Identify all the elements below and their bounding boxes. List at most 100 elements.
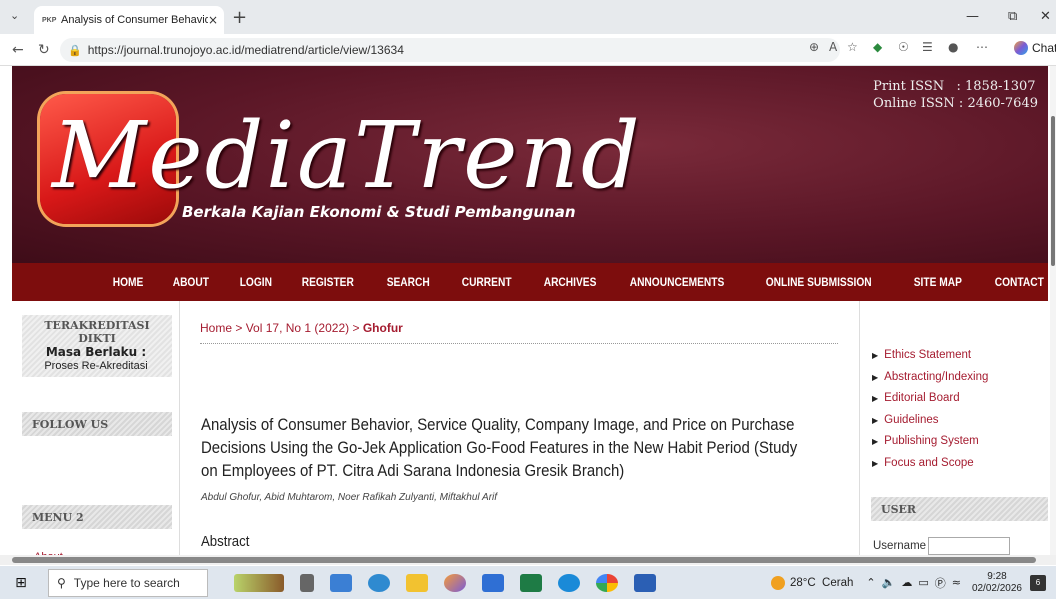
- clock[interactable]: 9:28 02/02/2026: [972, 571, 1022, 595]
- sidebar-link-guidelines[interactable]: ▶ Guidelines: [872, 410, 1049, 432]
- breadcrumb-issue[interactable]: Vol 17, No 1 (2022): [246, 321, 349, 335]
- window-close-icon[interactable]: ✕: [1040, 9, 1051, 24]
- horizontal-scrollbar[interactable]: [0, 555, 1056, 565]
- breadcrumb-home[interactable]: Home: [200, 321, 232, 335]
- print-issn: Print ISSN : 1858-1307: [873, 79, 1036, 94]
- nav-home[interactable]: HOME: [111, 275, 145, 289]
- copilot-icon: [1014, 41, 1028, 55]
- issn-block: Print ISSN : 1858-1307 Online ISSN : 246…: [873, 78, 1038, 112]
- back-arrow-icon[interactable]: ←: [12, 42, 24, 58]
- tab-title: Analysis of Consumer Behavior, Se: [61, 14, 208, 26]
- pkp-favicon-icon: PKP: [42, 16, 57, 24]
- sidebar-link-publishing-system[interactable]: ▶ Publishing System: [872, 431, 1049, 453]
- word-icon[interactable]: [634, 573, 656, 592]
- favorites-list-icon[interactable]: ☰: [922, 40, 933, 54]
- weather-text: 28°C Cerah: [789, 576, 854, 589]
- windows-taskbar: ⊞ ⚲ Type here to search 28°C Cerah ⌃ 🔈 ☁…: [0, 566, 1056, 599]
- outlook-icon[interactable]: [330, 573, 352, 592]
- breadcrumb-current[interactable]: Ghofur: [363, 321, 403, 335]
- excel-icon[interactable]: [520, 573, 542, 592]
- link-label: Publishing System: [884, 435, 979, 447]
- refresh-icon[interactable]: ↻: [38, 42, 50, 58]
- zoom-icon[interactable]: ⊕: [809, 40, 819, 54]
- calculator-icon[interactable]: [482, 573, 504, 592]
- masa-berlaku-value: Proses Re-Akreditasi: [44, 360, 148, 372]
- more-options-icon[interactable]: ⋯: [976, 40, 988, 54]
- restore-icon[interactable]: ⧉: [1008, 9, 1017, 24]
- journal-banner: MediaTrend Berkala Kajian Ekonomi & Stud…: [12, 66, 1048, 263]
- battery-icon[interactable]: ▭: [918, 576, 928, 589]
- journal-links-list: ▶ Ethics Statement ▶ Abstracting/Indexing …: [860, 345, 1049, 474]
- sidebar-link-abstracting[interactable]: ▶ Abstracting/Indexing: [872, 367, 1049, 389]
- browser-tab[interactable]: PKP Analysis of Consumer Behavior, Se ×: [34, 6, 224, 34]
- chat-label: Chat: [1032, 41, 1056, 55]
- link-label: Ethics Statement: [884, 349, 972, 361]
- url-text: https://journal.trunojoyo.ac.id/mediatre…: [87, 43, 404, 57]
- sidebar-link-focus-scope[interactable]: ▶ Focus and Scope: [872, 453, 1049, 475]
- extension-icon[interactable]: ◆: [873, 40, 882, 54]
- system-tray: 28°C Cerah ⌃ 🔈 ☁ ▭ Ⓟ ≈ 9:28 02/02/2026 6: [770, 566, 1046, 599]
- news-widget-icon[interactable]: [234, 573, 284, 592]
- bullet-triangle-icon: ▶: [872, 394, 879, 403]
- search-icon: ⚲: [57, 575, 66, 590]
- nav-site-map[interactable]: SITE MAP: [912, 275, 964, 289]
- copilot-taskbar-icon[interactable]: [444, 573, 466, 592]
- horizontal-scroll-thumb[interactable]: [12, 557, 1036, 563]
- bullet-triangle-icon: ▶: [872, 415, 879, 425]
- wifi-icon[interactable]: ≈: [952, 576, 961, 589]
- nav-search[interactable]: SEARCH: [385, 275, 431, 289]
- tab-actions-chevron-icon[interactable]: ⌄: [10, 9, 28, 25]
- nav-announcements[interactable]: ANNOUNCEMENTS: [628, 275, 726, 289]
- windows-start-icon[interactable]: ⊞: [6, 575, 36, 591]
- bullet-triangle-icon: ▶: [872, 351, 879, 360]
- clock-time: 9:28: [987, 570, 1007, 582]
- nav-archives[interactable]: ARCHIVES: [542, 275, 598, 289]
- nav-about[interactable]: ABOUT: [171, 275, 211, 289]
- taskbar-apps: [226, 573, 664, 592]
- nav-contact[interactable]: CONTACT: [993, 275, 1046, 289]
- file-explorer-icon[interactable]: [406, 573, 428, 592]
- edge-dev-icon[interactable]: [368, 573, 390, 592]
- tab-close-icon[interactable]: ×: [208, 13, 224, 27]
- chrome-icon[interactable]: [596, 573, 618, 592]
- nav-login[interactable]: LOGIN: [238, 275, 274, 289]
- nav-current[interactable]: CURRENT: [460, 275, 513, 289]
- breadcrumb-divider: [200, 343, 838, 344]
- url-field[interactable]: 🔒 https://journal.trunojoyo.ac.id/mediat…: [60, 38, 840, 62]
- edge-icon[interactable]: [558, 573, 580, 592]
- network-icon[interactable]: ☁: [901, 576, 912, 589]
- page-viewport: MediaTrend Berkala Kajian Ekonomi & Stud…: [0, 66, 1056, 561]
- notification-icon[interactable]: 6: [1030, 574, 1046, 591]
- notification-count: 6: [1035, 577, 1041, 587]
- vertical-scrollbar[interactable]: [1050, 66, 1056, 556]
- task-view-icon[interactable]: [300, 573, 314, 592]
- username-input[interactable]: [928, 537, 1011, 555]
- vertical-scroll-thumb[interactable]: [1051, 116, 1055, 266]
- accreditation-heading: TERAKREDITASI DIKTI: [44, 319, 150, 345]
- favorite-star-icon[interactable]: ☆: [847, 40, 858, 54]
- minimize-icon[interactable]: —: [966, 9, 979, 24]
- weather-widget[interactable]: 28°C Cerah: [770, 575, 854, 590]
- taskbar-search-box[interactable]: ⚲ Type here to search: [48, 568, 208, 597]
- sidebar-link-editorial-board[interactable]: ▶ Editorial Board: [872, 388, 1049, 410]
- main-nav-menu: HOME ABOUT LOGIN REGISTER SEARCH CURRENT…: [12, 263, 1048, 301]
- nav-online-submission[interactable]: ONLINE SUBMISSION: [764, 275, 873, 289]
- article-title: Analysis of Consumer Behavior, Service Q…: [201, 415, 798, 480]
- extensions-puzzle-icon[interactable]: ☉: [898, 40, 909, 54]
- sidebar-link-ethics[interactable]: ▶ Ethics Statement: [872, 345, 1049, 367]
- read-aloud-icon[interactable]: A: [829, 40, 837, 54]
- language-icon[interactable]: Ⓟ: [935, 575, 946, 591]
- bullet-triangle-icon: ▶: [872, 437, 879, 446]
- profile-avatar-icon[interactable]: ●: [948, 40, 958, 54]
- username-label: Username: [873, 540, 927, 552]
- breadcrumb-separator: >: [235, 321, 243, 335]
- lock-icon: 🔒: [68, 43, 82, 57]
- volume-icon[interactable]: 🔈: [882, 576, 896, 589]
- chevron-up-icon[interactable]: ⌃: [866, 576, 875, 589]
- main-content: Home > Vol 17, No 1 (2022) > Ghofur Anal…: [187, 301, 852, 561]
- bullet-triangle-icon: ▶: [872, 372, 879, 382]
- copilot-chat-button[interactable]: Chat: [1014, 41, 1056, 55]
- new-tab-button[interactable]: +: [232, 7, 247, 28]
- browser-tab-bar: ⌄ PKP Analysis of Consumer Behavior, Se …: [0, 0, 1056, 34]
- nav-register[interactable]: REGISTER: [300, 275, 356, 289]
